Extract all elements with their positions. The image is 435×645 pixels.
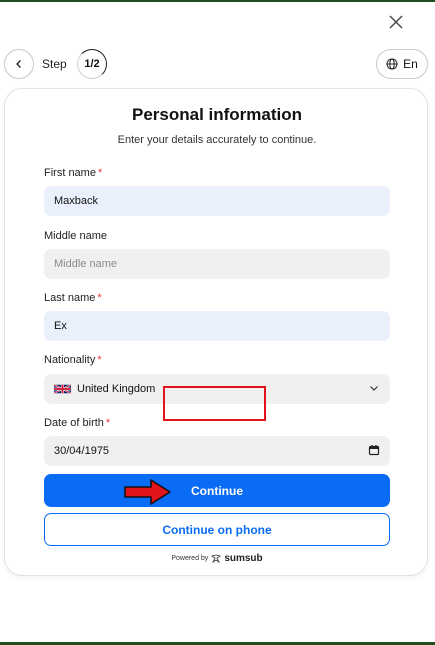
first-name-label: First name * [44, 167, 102, 179]
dob-input[interactable]: 30/04/1975 [44, 436, 390, 466]
close-icon [389, 15, 403, 29]
annotation-arrow-icon [124, 479, 171, 505]
dob-value: 30/04/1975 [54, 445, 110, 457]
continue-button[interactable]: Continue [44, 474, 390, 507]
last-name-value: Ex [54, 320, 67, 332]
chevron-left-icon [16, 60, 21, 68]
language-button[interactable]: En [376, 49, 428, 79]
middle-name-input[interactable]: Middle name [44, 249, 390, 279]
dob-label-text: Date of birth [44, 417, 104, 429]
last-name-label-text: Last name [44, 292, 96, 304]
step-bar: Step 1/2 En [4, 49, 428, 81]
powered-by-text: Powered by [171, 555, 209, 562]
first-name-label-text: First name [44, 167, 96, 179]
nationality-label: Nationality * [44, 354, 102, 366]
step-label: Step [42, 57, 67, 71]
globe-icon [386, 58, 398, 70]
required-marker: * [97, 292, 102, 304]
middle-name-label: Middle name [44, 230, 107, 242]
middle-name-placeholder: Middle name [54, 258, 117, 270]
middle-name-label-text: Middle name [44, 230, 107, 242]
sumsub-logo-icon [211, 554, 222, 563]
nationality-label-text: Nationality [44, 354, 96, 366]
uk-flag-icon [54, 383, 71, 395]
first-name-input[interactable]: Maxback [44, 186, 390, 216]
first-name-value: Maxback [54, 195, 99, 207]
step-counter: 1/2 [77, 49, 107, 79]
dob-label: Date of birth * [44, 417, 110, 429]
nationality-select[interactable]: United Kingdom [44, 374, 390, 404]
calendar-icon[interactable] [368, 444, 380, 456]
page-subtitle: Enter your details accurately to continu… [117, 134, 317, 146]
page-title: Personal information [131, 105, 303, 124]
nationality-value: United Kingdom [77, 383, 156, 395]
chevron-down-icon [370, 386, 378, 391]
brand-name: sumsub [224, 553, 263, 564]
last-name-label: Last name * [44, 292, 102, 304]
personal-info-card: Personal information Enter your details … [4, 88, 428, 576]
continue-on-phone-button[interactable]: Continue on phone [44, 513, 390, 546]
required-marker: * [97, 167, 103, 179]
required-marker: * [105, 417, 111, 429]
powered-by-footer: Powered by sumsub [5, 553, 429, 564]
last-name-input[interactable]: Ex [44, 311, 390, 341]
back-button[interactable] [4, 49, 34, 79]
required-marker: * [97, 354, 102, 366]
close-button[interactable] [382, 8, 410, 36]
language-label: En [403, 57, 418, 71]
window-top-border [0, 0, 435, 2]
